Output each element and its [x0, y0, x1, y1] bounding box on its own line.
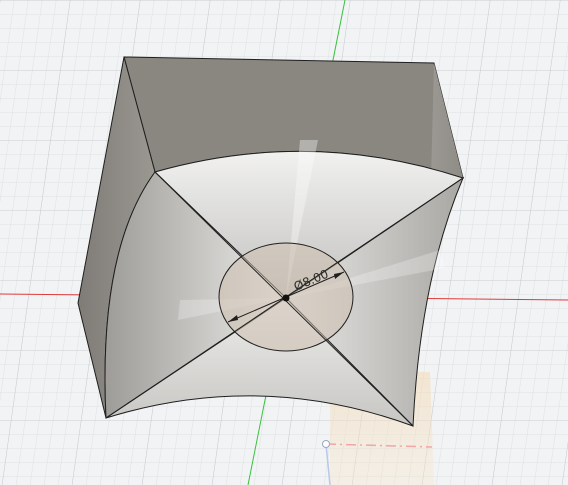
3d-viewport[interactable]: Ø8.00 [0, 0, 568, 485]
model-body[interactable] [77, 56, 465, 428]
origin-point-icon [322, 440, 330, 448]
center-point[interactable] [282, 294, 290, 302]
viewport-canvas[interactable]: Ø8.00 [0, 0, 568, 485]
